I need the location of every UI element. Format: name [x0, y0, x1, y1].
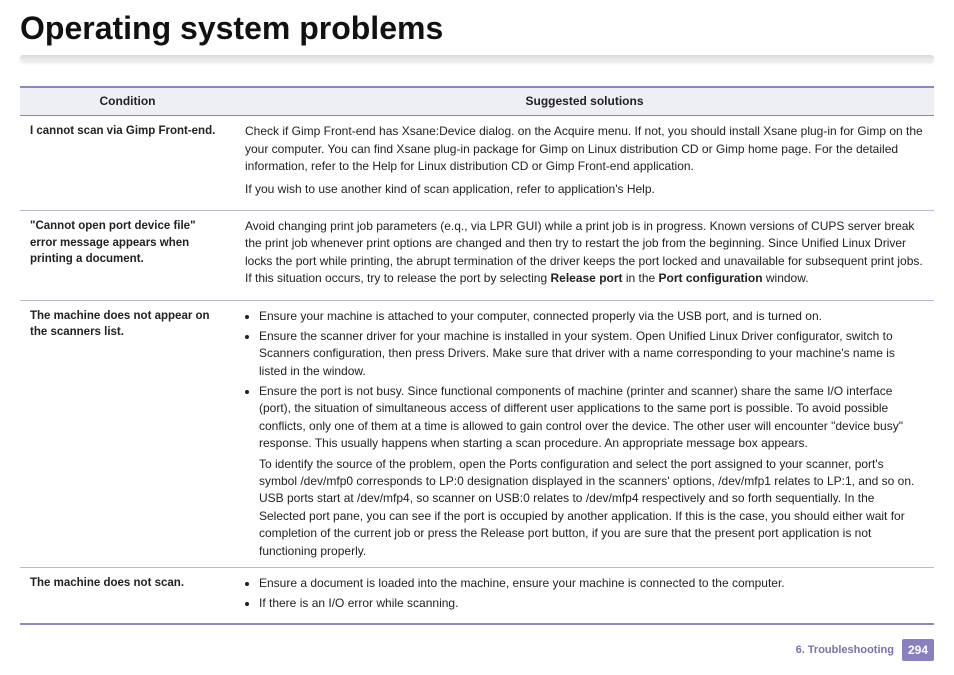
- solution-bullet: If there is an I/O error while scanning.: [259, 595, 924, 612]
- header-condition: Condition: [20, 87, 235, 116]
- solution-cell: Avoid changing print job parameters (e.q…: [235, 210, 934, 300]
- title-divider: [20, 55, 934, 61]
- solution-text: To identify the source of the problem, o…: [245, 456, 924, 560]
- solution-bullet: Ensure the scanner driver for your machi…: [259, 328, 924, 380]
- solution-text: If you wish to use another kind of scan …: [245, 181, 924, 198]
- table-row: The machine does not appear on the scann…: [20, 300, 934, 567]
- table-row: "Cannot open port device file" error mes…: [20, 210, 934, 300]
- solution-cell: Ensure a document is loaded into the mac…: [235, 567, 934, 623]
- solution-bullet: Ensure your machine is attached to your …: [259, 308, 924, 325]
- table-row: I cannot scan via Gimp Front-end. Check …: [20, 116, 934, 211]
- page-title: Operating system problems: [20, 10, 934, 47]
- troubleshoot-table: Condition Suggested solutions I cannot s…: [20, 86, 934, 625]
- solution-bullet: Ensure the port is not busy. Since funct…: [259, 383, 924, 453]
- condition-cell: I cannot scan via Gimp Front-end.: [20, 116, 235, 211]
- solution-bullet: Ensure a document is loaded into the mac…: [259, 575, 924, 592]
- page-footer: 6. Troubleshooting 294: [796, 639, 934, 661]
- solution-text: Avoid changing print job parameters (e.q…: [245, 218, 924, 288]
- condition-cell: The machine does not appear on the scann…: [20, 300, 235, 567]
- table-row: The machine does not scan. Ensure a docu…: [20, 567, 934, 623]
- solution-cell: Check if Gimp Front-end has Xsane:Device…: [235, 116, 934, 211]
- solution-text: Check if Gimp Front-end has Xsane:Device…: [245, 123, 924, 175]
- solution-cell: Ensure your machine is attached to your …: [235, 300, 934, 567]
- condition-cell: "Cannot open port device file" error mes…: [20, 210, 235, 300]
- page-number: 294: [902, 639, 934, 661]
- chapter-label: 6. Troubleshooting: [796, 644, 894, 656]
- header-solutions: Suggested solutions: [235, 87, 934, 116]
- condition-cell: The machine does not scan.: [20, 567, 235, 623]
